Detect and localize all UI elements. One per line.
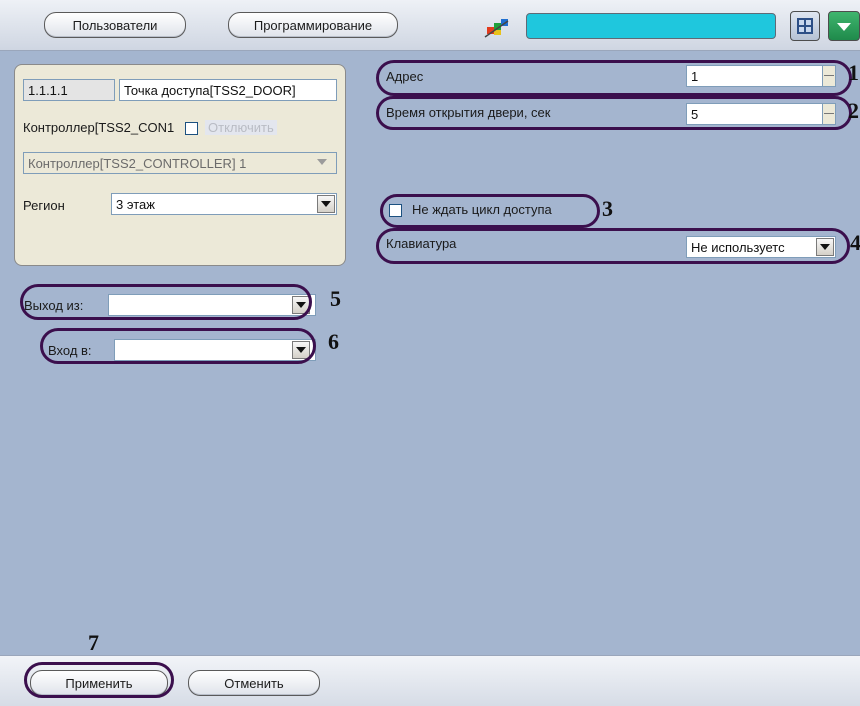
marker-6: 6 [328,329,339,354]
object-name-field[interactable]: Точка доступа[TSS2_DOOR] [119,79,337,101]
top-toolbar: Пользователи Программирование [0,0,860,51]
marker-3: 3 [602,196,613,221]
programming-button[interactable]: Программирование [228,12,398,38]
region-select[interactable]: 3 этаж [111,193,337,215]
address-input[interactable]: 1 [686,65,824,87]
keyboard-label: Клавиатура [386,236,457,251]
object-panel: 1.1.1.1 Точка доступа[TSS2_DOOR] Контрол… [14,64,346,266]
keyboard-select[interactable]: Не используетс [686,236,836,258]
chevron-down-icon[interactable] [816,238,834,256]
users-button[interactable]: Пользователи [44,12,186,38]
chevron-down-icon[interactable] [828,11,860,41]
apply-button[interactable]: Применить [30,670,168,696]
chevron-down-icon[interactable] [292,341,310,359]
keyboard-value: Не используетс [691,239,785,255]
region-value: 3 этаж [116,196,155,212]
chevron-down-icon[interactable] [317,195,335,213]
chevron-down-icon[interactable] [292,296,310,314]
grid-icon[interactable] [790,11,820,41]
door-open-label: Время открытия двери, сек [386,105,551,120]
chevron-down-icon [317,159,327,165]
disable-checkbox[interactable] [185,122,198,135]
region-label: Регион [23,198,65,213]
exit-label: Выход из: [24,298,84,313]
parent-controller-select: Контроллер[TSS2_CONTROLLER] 1 [23,152,337,174]
cancel-button[interactable]: Отменить [188,670,320,696]
disable-label: Отключить [205,120,277,135]
exit-zone-select[interactable] [108,294,316,316]
marker-4: 4 [850,230,860,255]
address-label: Адрес [386,69,424,84]
parent-controller-value: Контроллер[TSS2_CONTROLLER] 1 [28,155,247,171]
marker-5: 5 [330,286,341,311]
search-input[interactable] [526,13,776,39]
enter-label: Вход в: [48,343,92,358]
enter-zone-select[interactable] [114,339,316,361]
marker-7: 7 [88,630,99,655]
wand-paint-icon[interactable] [484,18,512,38]
controller-label: Контроллер[TSS2_CON1 [23,120,175,135]
object-id-field: 1.1.1.1 [23,79,115,101]
marker-1: 1 [848,60,859,85]
no-wait-checkbox[interactable] [389,204,402,217]
door-open-spinner[interactable] [822,103,836,125]
door-open-input[interactable]: 5 [686,103,824,125]
no-wait-label: Не ждать цикл доступа [412,202,552,217]
marker-2: 2 [848,98,859,123]
bottom-toolbar: Применить Отменить [0,655,860,706]
address-spinner[interactable] [822,65,836,87]
